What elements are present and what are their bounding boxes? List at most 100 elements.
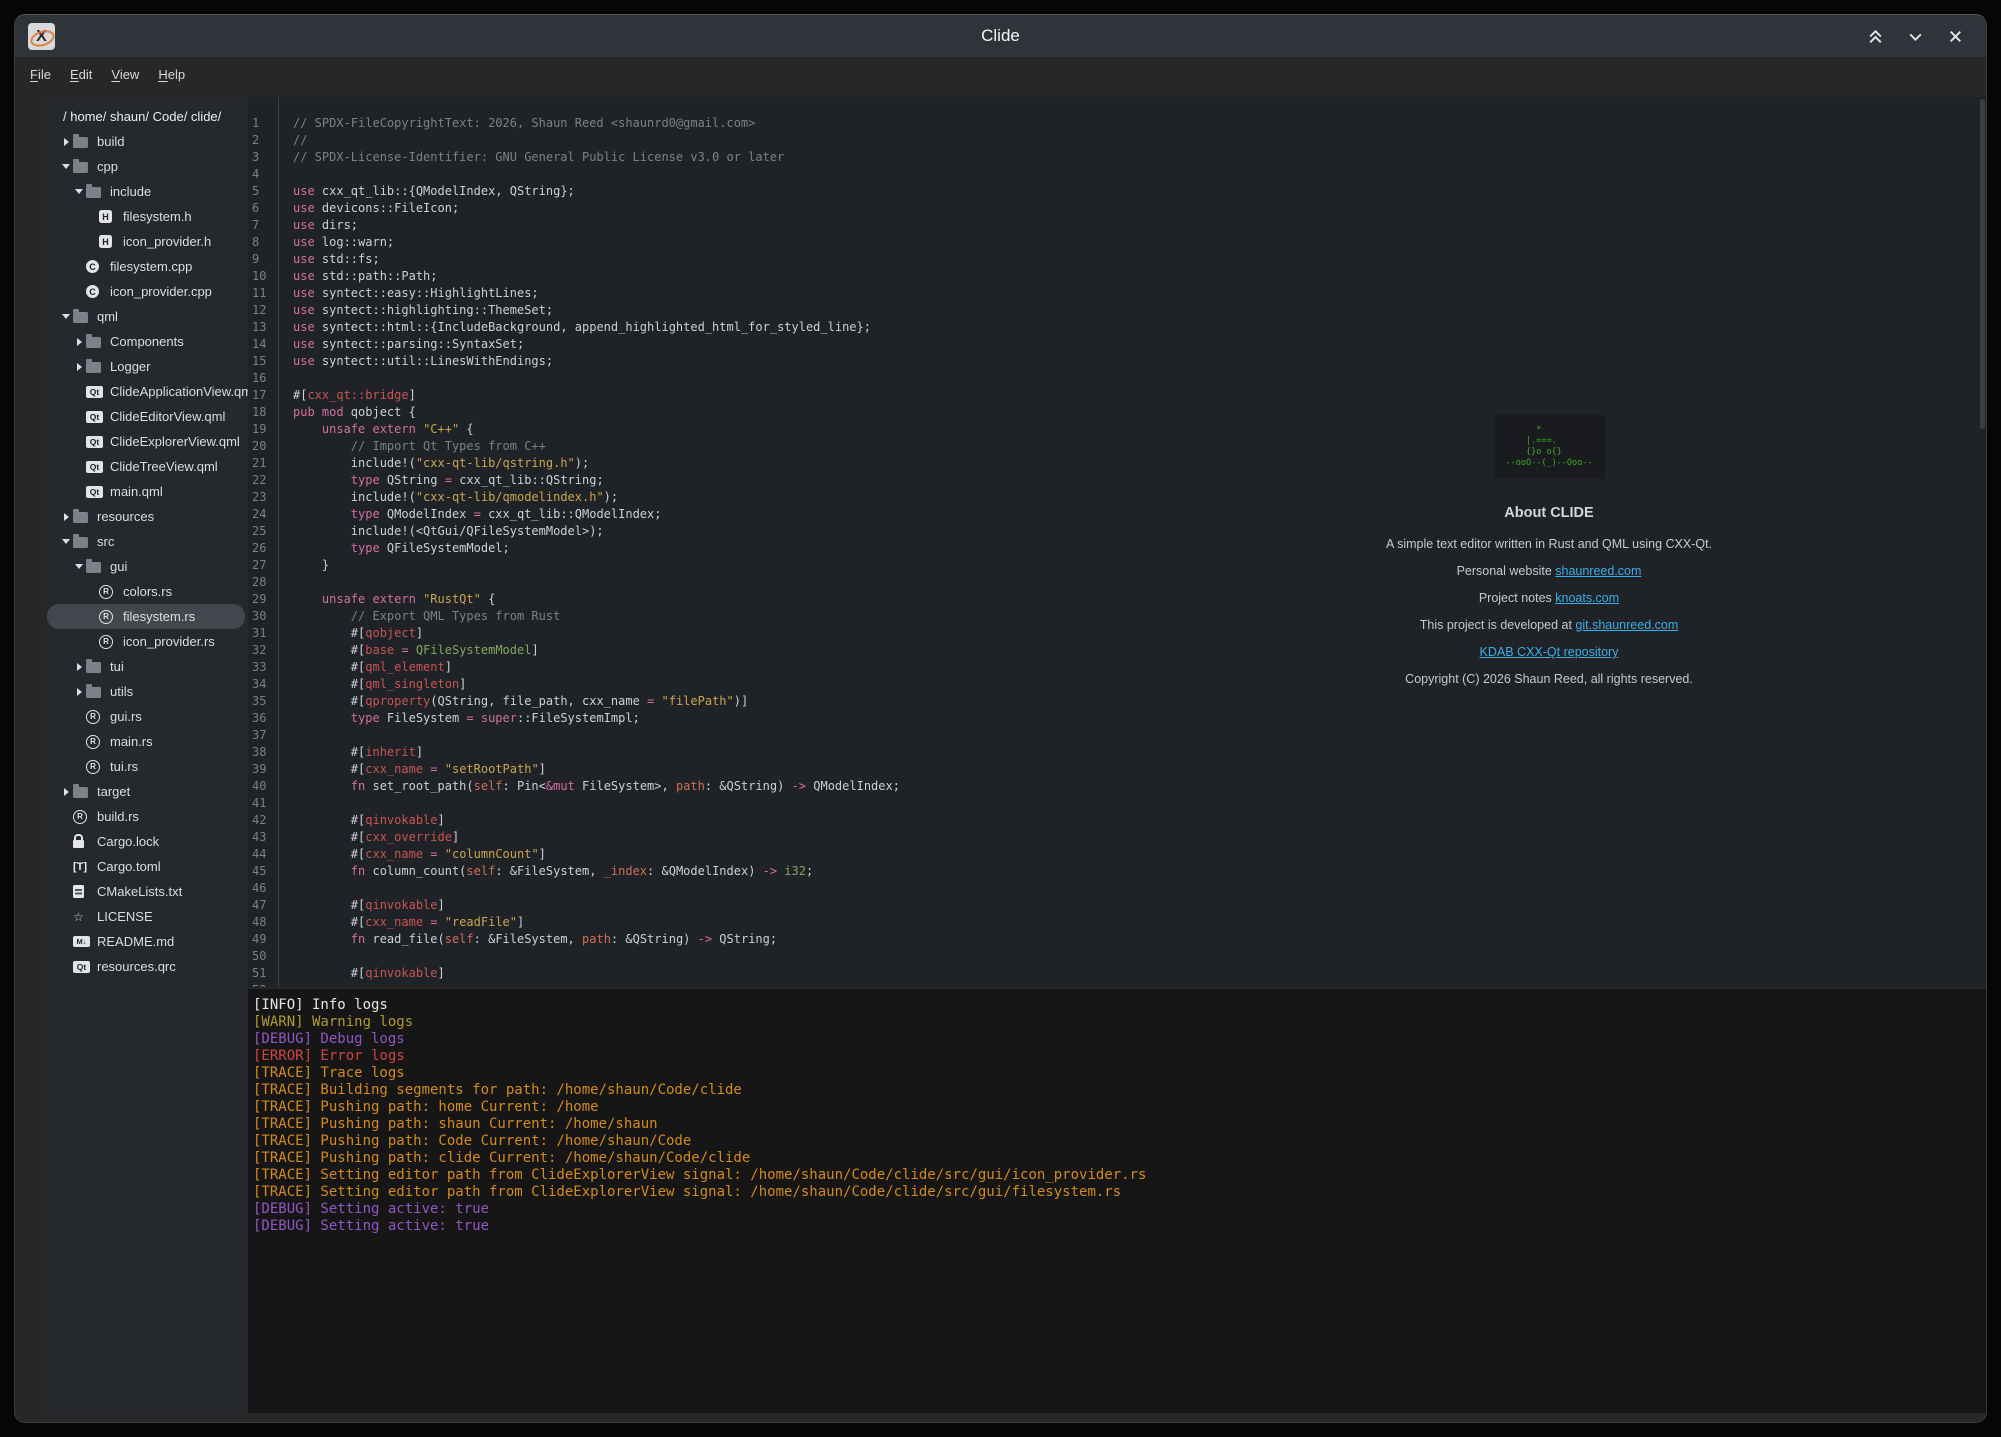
tree-item-clideexplorerview-qml[interactable]: QtClideExplorerView.qml: [47, 429, 245, 454]
tree-item-utils[interactable]: utils: [47, 679, 245, 704]
line-number: 23: [248, 489, 279, 506]
log-console[interactable]: [INFO] Info logs[WARN] Warning logs[DEBU…: [248, 989, 1986, 1413]
tree-item-clideeditorview-qml[interactable]: QtClideEditorView.qml: [47, 404, 245, 429]
tree-item-icon-provider-rs[interactable]: Ricon_provider.rs: [47, 629, 245, 654]
code-text: [279, 948, 293, 965]
tree-item-filesystem-h[interactable]: Hfilesystem.h: [47, 204, 245, 229]
chevron-collapsed-icon[interactable]: [59, 138, 73, 146]
tree-item-filesystem-rs[interactable]: Rfilesystem.rs: [47, 604, 245, 629]
chevron-expanded-icon[interactable]: [59, 539, 73, 544]
tree-item-build-rs[interactable]: Rbuild.rs: [47, 804, 245, 829]
chevron-collapsed-icon[interactable]: [72, 688, 86, 696]
menu-edit[interactable]: Edit: [65, 64, 97, 85]
tree-item-logger[interactable]: Logger: [47, 354, 245, 379]
tree-item-icon-provider-h[interactable]: Hicon_provider.h: [47, 229, 245, 254]
tree-item-build[interactable]: build: [47, 129, 245, 154]
code-text: //: [279, 132, 307, 149]
code-line-17: 17#[cxx_qt::bridge]: [248, 387, 1986, 404]
code-text: #[qml_singleton]: [279, 676, 466, 693]
tree-item-main-rs[interactable]: Rmain.rs: [47, 729, 245, 754]
line-number: 37: [248, 727, 279, 744]
code-text: type QFileSystemModel;: [279, 540, 510, 557]
line-number: 14: [248, 336, 279, 353]
ascii-art-logo: * |.===. {}o o{} --ooO--(_)--Ooo--: [1506, 425, 1593, 469]
tree-item-label: CMakeLists.txt: [97, 884, 182, 899]
tree-item-filesystem-cpp[interactable]: Cfilesystem.cpp: [47, 254, 245, 279]
header-file-icon: H: [99, 235, 119, 248]
tree-item-icon-provider-cpp[interactable]: Cicon_provider.cpp: [47, 279, 245, 304]
about-title: About CLIDE: [1314, 505, 1784, 521]
tree-item-readme-md[interactable]: M↓README.md: [47, 929, 245, 954]
tree-item-label: main.rs: [110, 734, 153, 749]
tree-item-cargo-lock[interactable]: Cargo.lock: [47, 829, 245, 854]
menu-file[interactable]: File: [25, 64, 56, 85]
log-line-debug: [DEBUG] Setting active: true: [253, 1201, 1986, 1218]
code-line-10: 10use std::path::Path;: [248, 268, 1986, 285]
rust-file-icon: R: [99, 635, 119, 649]
code-text: #[base = QFileSystemModel]: [279, 642, 539, 659]
tree-item-label: filesystem.cpp: [110, 259, 192, 274]
tree-item-label: icon_provider.rs: [123, 634, 215, 649]
menu-help[interactable]: Help: [153, 64, 190, 85]
tree-item-qml[interactable]: qml: [47, 304, 245, 329]
code-editor[interactable]: 1// SPDX-FileCopyrightText: 2026, Shaun …: [248, 97, 1986, 987]
line-number: 26: [248, 540, 279, 557]
tree-root-path[interactable]: / home/ shaun/ Code/ clide/: [47, 104, 245, 129]
tree-item-clidetreeview-qml[interactable]: QtClideTreeView.qml: [47, 454, 245, 479]
tree-item-tui[interactable]: tui: [47, 654, 245, 679]
about-link[interactable]: git.shaunreed.com: [1575, 618, 1678, 632]
ascii-art-box: * |.===. {}o o{} --ooO--(_)--Ooo--: [1494, 415, 1605, 479]
chevron-expanded-icon[interactable]: [59, 314, 73, 319]
tree-item-label: filesystem.rs: [123, 609, 195, 624]
tree-item-cargo-toml[interactable]: [T]Cargo.toml: [47, 854, 245, 879]
chevron-expanded-icon[interactable]: [72, 189, 86, 194]
line-number: 52: [248, 982, 279, 987]
line-number: 6: [248, 200, 279, 217]
chevron-collapsed-icon[interactable]: [59, 513, 73, 521]
tree-item-target[interactable]: target: [47, 779, 245, 804]
tree-item-label: LICENSE: [97, 909, 153, 924]
tree-item-label: build: [97, 134, 124, 149]
chevron-expanded-icon[interactable]: [72, 564, 86, 569]
tree-item-src[interactable]: src: [47, 529, 245, 554]
chevron-collapsed-icon[interactable]: [72, 363, 86, 371]
about-link[interactable]: knoats.com: [1555, 591, 1619, 605]
line-number: 19: [248, 421, 279, 438]
line-number: 34: [248, 676, 279, 693]
tree-item-resources[interactable]: resources: [47, 504, 245, 529]
chevron-collapsed-icon[interactable]: [72, 338, 86, 346]
shade-button[interactable]: [1864, 25, 1886, 47]
chevron-collapsed-icon[interactable]: [72, 663, 86, 671]
code-line-38: 38 #[inherit]: [248, 744, 1986, 761]
close-button[interactable]: [1944, 25, 1966, 47]
tree-item-cmakelists-txt[interactable]: CMakeLists.txt: [47, 879, 245, 904]
tree-item-cpp[interactable]: cpp: [47, 154, 245, 179]
chevron-collapsed-icon[interactable]: [59, 788, 73, 796]
code-text: [279, 795, 293, 812]
about-link[interactable]: shaunreed.com: [1555, 564, 1641, 578]
about-link[interactable]: KDAB CXX-Qt repository: [1480, 645, 1619, 659]
tree-item-gui-rs[interactable]: Rgui.rs: [47, 704, 245, 729]
tree-item-tui-rs[interactable]: Rtui.rs: [47, 754, 245, 779]
code-text: use std::path::Path;: [279, 268, 438, 285]
tree-item-license[interactable]: ☆LICENSE: [47, 904, 245, 929]
tree-item-main-qml[interactable]: Qtmain.qml: [47, 479, 245, 504]
line-number: 30: [248, 608, 279, 625]
tree-item-include[interactable]: include: [47, 179, 245, 204]
tree-item-clideapplicationview-qml[interactable]: QtClideApplicationView.qml: [47, 379, 245, 404]
tree-item-label: main.qml: [110, 484, 163, 499]
code-text: // SPDX-FileCopyrightText: 2026, Shaun R…: [279, 115, 755, 132]
chevron-expanded-icon[interactable]: [59, 164, 73, 169]
folder-icon: [73, 785, 93, 798]
menu-view[interactable]: View: [106, 64, 144, 85]
titlebar[interactable]: X Clide: [15, 15, 1986, 58]
minimize-button[interactable]: [1904, 25, 1926, 47]
editor-scrollbar[interactable]: [1980, 99, 1985, 429]
tree-item-components[interactable]: Components: [47, 329, 245, 354]
code-text: [279, 880, 293, 897]
tree-item-resources-qrc[interactable]: Qtresources.qrc: [47, 954, 245, 979]
tree-item-colors-rs[interactable]: Rcolors.rs: [47, 579, 245, 604]
line-number: 45: [248, 863, 279, 880]
line-number: 35: [248, 693, 279, 710]
tree-item-gui[interactable]: gui: [47, 554, 245, 579]
